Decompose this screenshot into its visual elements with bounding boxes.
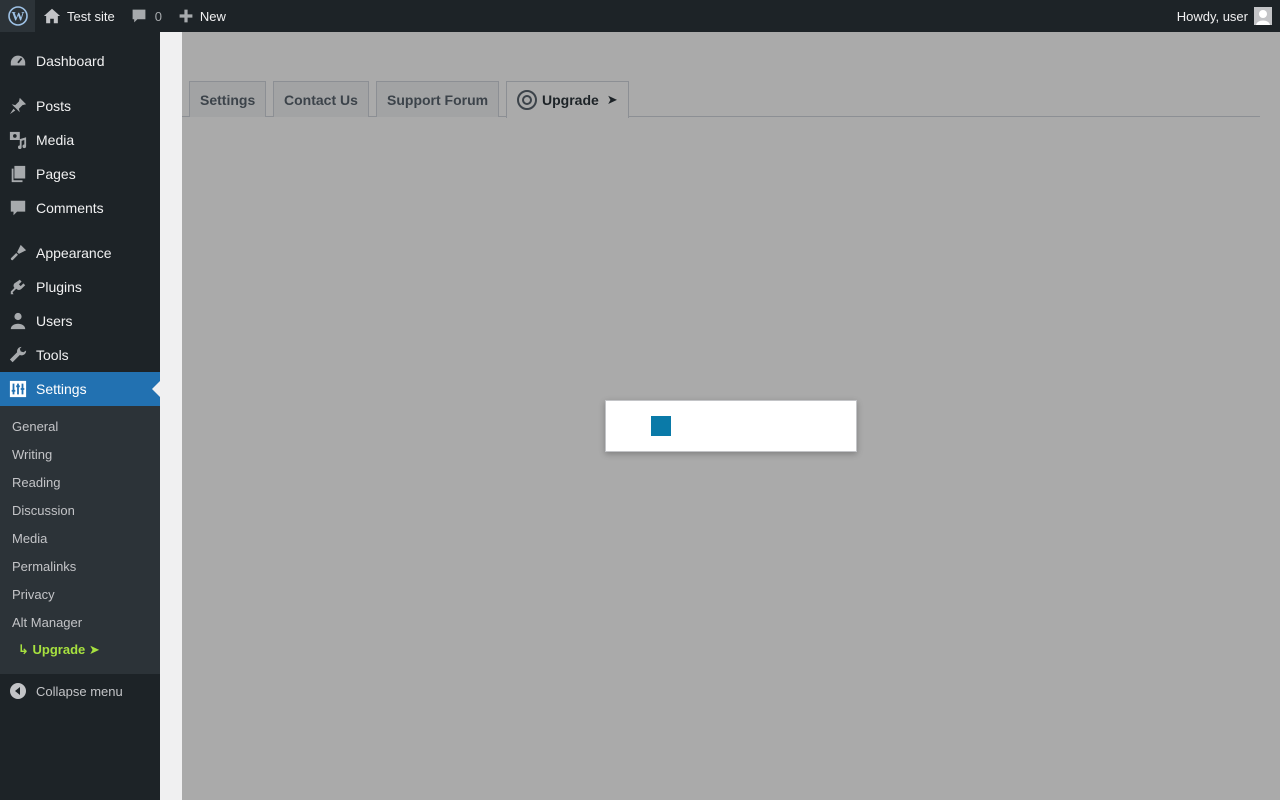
tab-settings[interactable]: Settings [189, 81, 267, 117]
sidebar-item-label: Comments [36, 200, 104, 216]
avatar [1254, 7, 1272, 25]
sidebar-item-media[interactable]: Media [0, 123, 160, 157]
wordpress-logo-icon[interactable]: W [0, 0, 35, 32]
submenu-item-writing[interactable]: Writing [0, 440, 160, 468]
howdy-text: Howdy, user [1176, 8, 1248, 24]
tab-label: Contact Us [284, 91, 358, 108]
sidebar-item-label: Media [36, 132, 75, 148]
tab-label: Upgrade [542, 92, 599, 108]
plus-icon [179, 9, 193, 23]
svg-text:W: W [11, 9, 24, 24]
arrow-right-icon: ➤ [606, 92, 618, 107]
sidebar-item-label: Appearance [36, 245, 112, 261]
admin-sidebar: Dashboard Posts Media Pages Comments App… [0, 32, 160, 800]
sidebar-item-plugins[interactable]: Plugins [0, 270, 160, 304]
home-icon [43, 8, 61, 24]
upgrade-gear-icon [517, 90, 537, 110]
sidebar-item-label: Plugins [36, 279, 82, 295]
sidebar-item-posts[interactable]: Posts [0, 89, 160, 123]
settings-submenu: General Writing Reading Discussion Media… [0, 406, 160, 674]
comments-count: 0 [154, 8, 162, 24]
submenu-item-discussion[interactable]: Discussion [0, 496, 160, 524]
tab-label: Support Forum [387, 91, 489, 108]
tab-upgrade[interactable]: Upgrade ➤ [506, 81, 629, 118]
wrench-icon [9, 346, 27, 364]
loading-dialog [605, 400, 857, 452]
tab-contact-us[interactable]: Contact Us [273, 81, 369, 117]
pin-icon [9, 97, 27, 115]
my-account[interactable]: Howdy, user [1177, 7, 1280, 25]
sidebar-item-label: Users [36, 313, 73, 329]
submenu-item-general[interactable]: General [0, 412, 160, 440]
submenu-item-permalinks[interactable]: Permalinks [0, 552, 160, 580]
admin-bar: W Test site 0 New Howdy, user [0, 0, 1280, 32]
sidebar-item-label: Dashboard [36, 53, 105, 69]
sidebar-item-label: Tools [36, 347, 69, 363]
pages-icon [9, 165, 27, 183]
site-name: Test site [67, 8, 115, 24]
tab-support-forum[interactable]: Support Forum [376, 81, 500, 117]
sidebar-item-users[interactable]: Users [0, 304, 160, 338]
site-name-link[interactable]: Test site [35, 0, 123, 32]
plugin-tabs: Settings Contact Us Support Forum Upgrad… [182, 81, 1260, 118]
new-label: New [199, 8, 226, 24]
collapse-menu-button[interactable]: Collapse menu [0, 674, 160, 708]
collapse-menu-label: Collapse menu [36, 683, 123, 699]
sidebar-item-appearance[interactable]: Appearance [0, 236, 160, 270]
media-icon [9, 131, 27, 149]
settings-icon [9, 380, 27, 398]
loading-spinner-icon [651, 416, 671, 436]
plugin-icon [9, 278, 27, 296]
tab-label: Settings [200, 91, 256, 108]
submenu-item-alt-manager[interactable]: Alt Manager [0, 608, 160, 636]
submenu-item-media[interactable]: Media [0, 524, 160, 552]
sidebar-item-settings[interactable]: Settings [0, 372, 160, 406]
sidebar-item-dashboard[interactable]: Dashboard [0, 44, 160, 78]
new-content-link[interactable]: New [170, 0, 234, 32]
sidebar-item-tools[interactable]: Tools [0, 338, 160, 372]
comment-icon [9, 199, 27, 217]
sidebar-item-label: Settings [36, 381, 87, 397]
sidebar-item-comments[interactable]: Comments [0, 191, 160, 225]
submenu-item-reading[interactable]: Reading [0, 468, 160, 496]
submenu-item-privacy[interactable]: Privacy [0, 580, 160, 608]
comment-bubble-icon [132, 9, 146, 23]
dashboard-icon [9, 52, 27, 70]
brush-icon [9, 244, 27, 262]
user-icon [9, 312, 27, 330]
sidebar-item-label: Pages [36, 166, 76, 182]
submenu-item-upgrade[interactable]: ↳ Upgrade ➤ [0, 636, 160, 664]
sidebar-item-pages[interactable]: Pages [0, 157, 160, 191]
sidebar-item-label: Posts [36, 98, 72, 114]
comments-link[interactable]: 0 [123, 0, 170, 32]
collapse-arrow-icon [10, 683, 26, 699]
